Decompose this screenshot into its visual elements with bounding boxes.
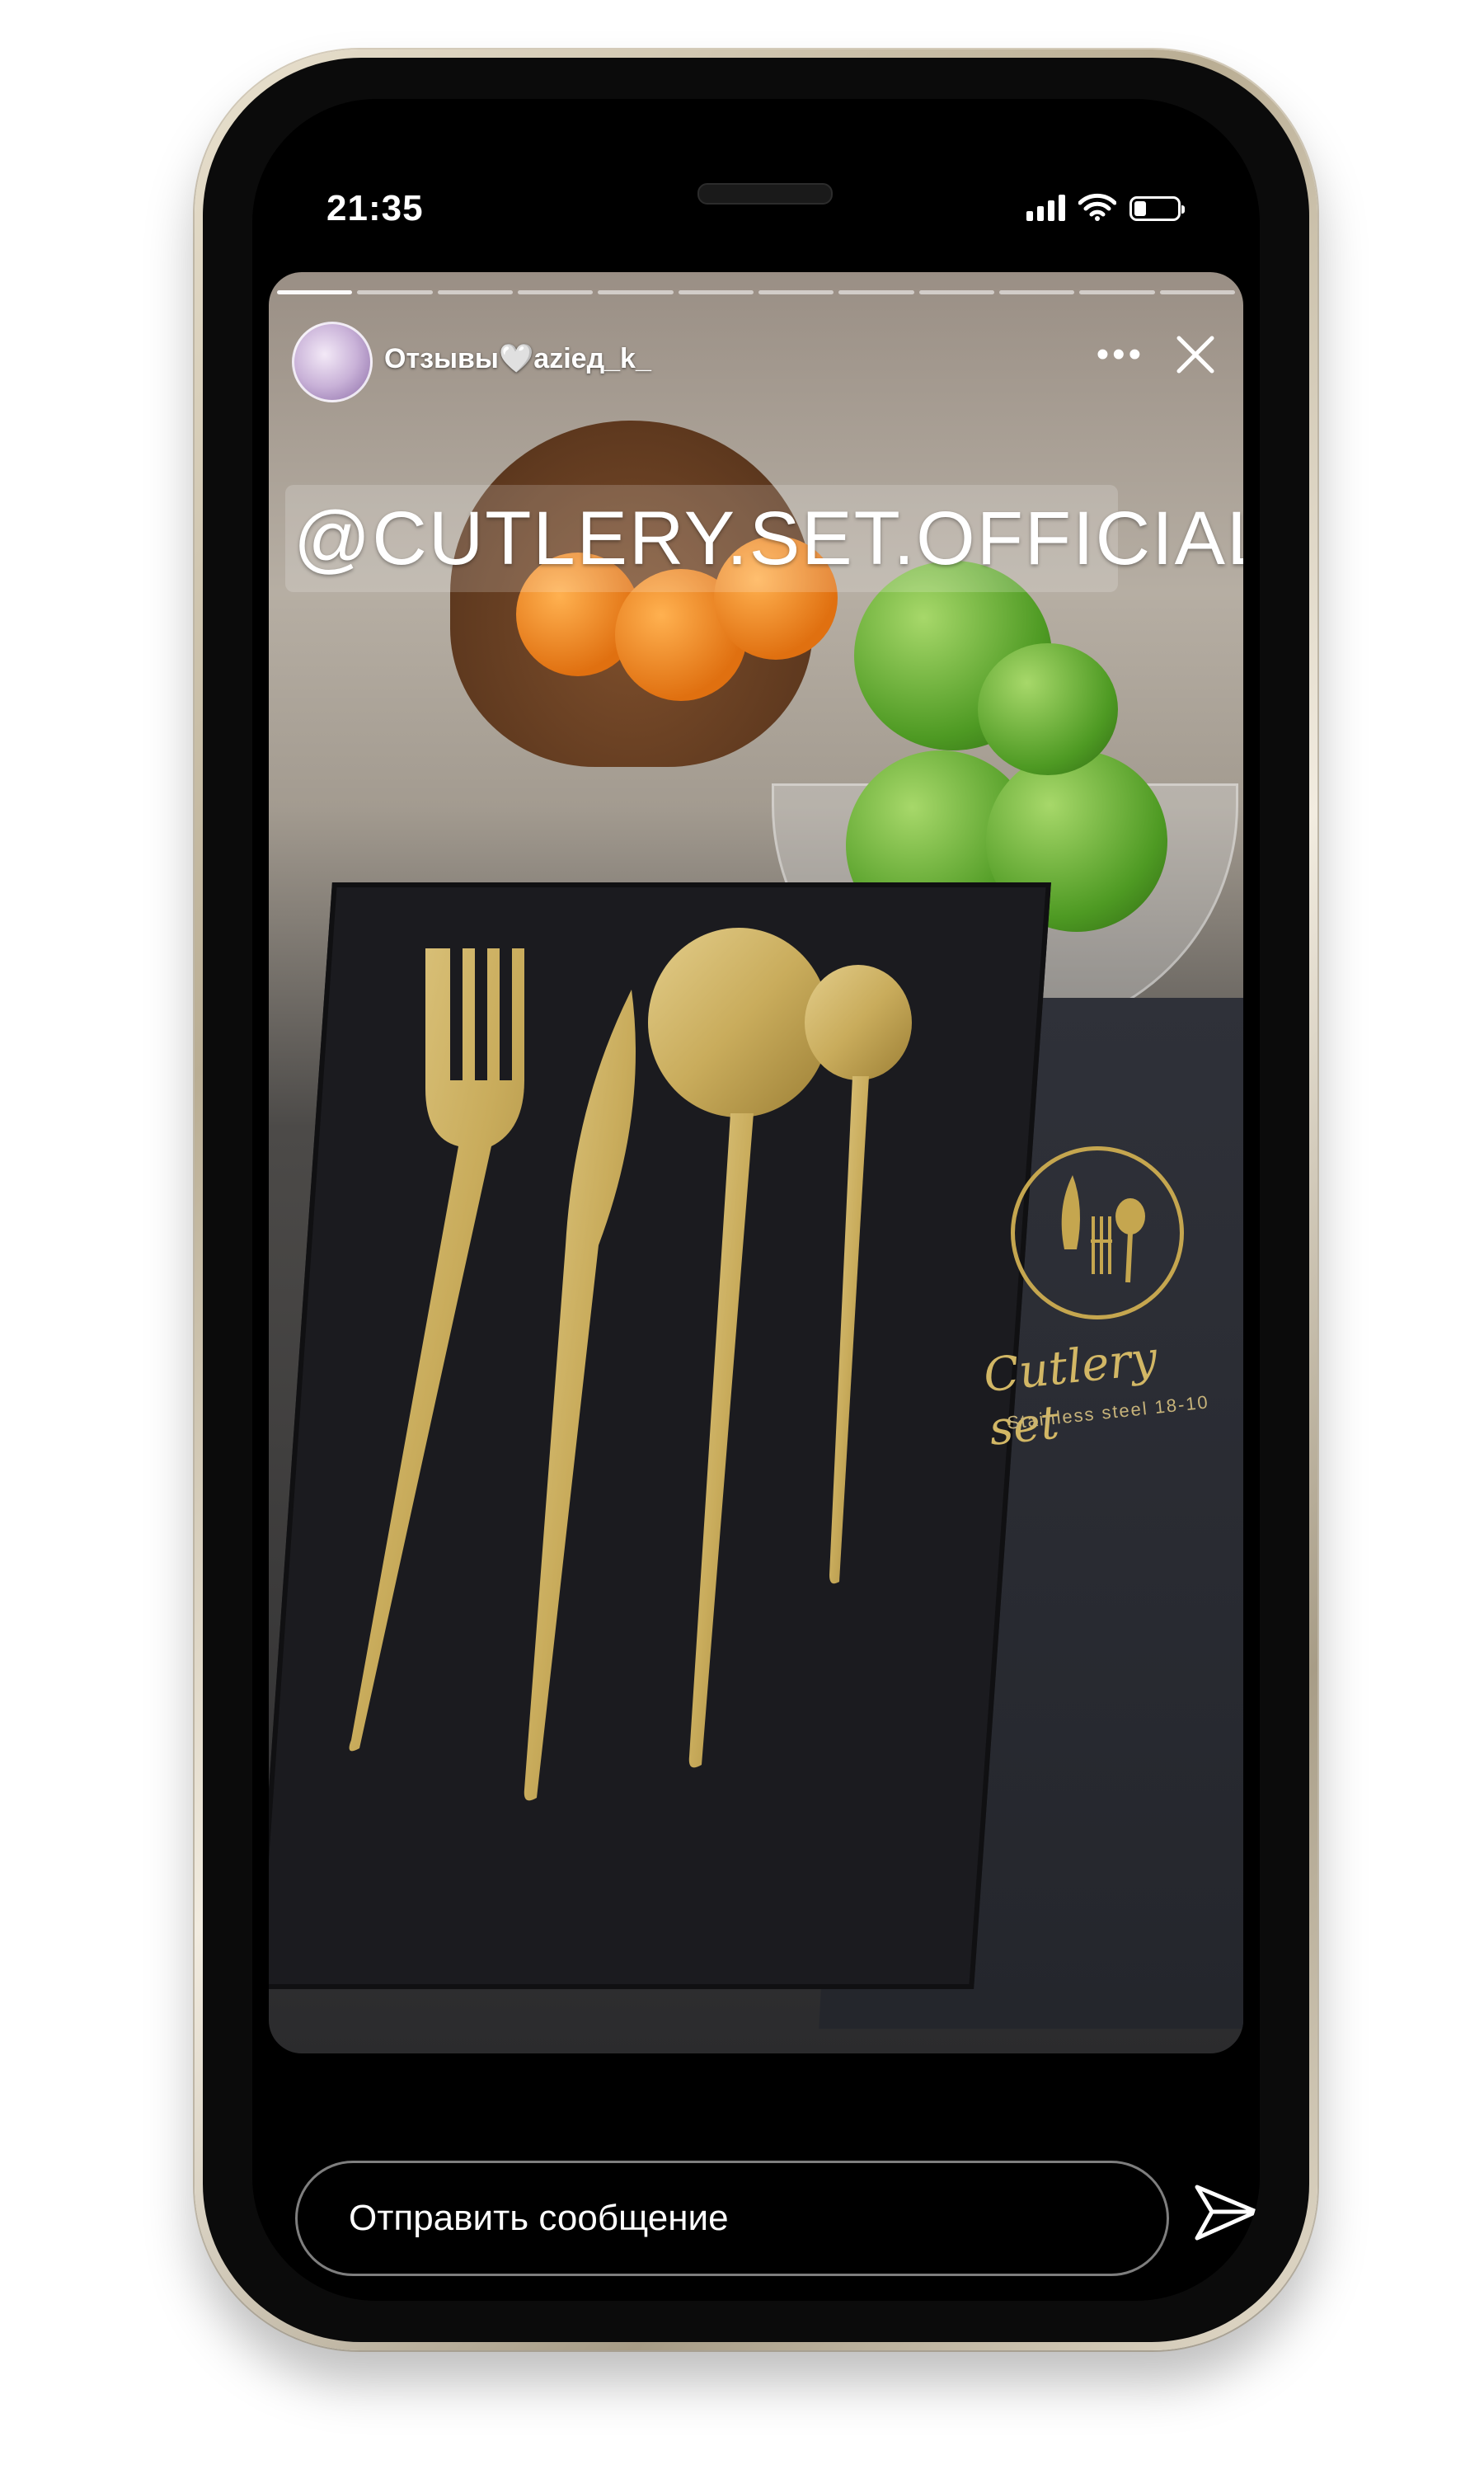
battery-icon — [1129, 196, 1185, 221]
story-username[interactable]: Отзывы🤍azieд_k_ — [384, 342, 651, 375]
fork — [349, 948, 524, 1752]
teaspoon — [805, 965, 912, 1584]
story-progress-bar — [277, 290, 1235, 294]
close-icon[interactable] — [1172, 332, 1219, 378]
signal-icon — [1026, 193, 1065, 221]
avatar[interactable] — [292, 322, 373, 402]
story-media[interactable]: Cutlery set Stainless steel 18-10 Отзывы… — [269, 272, 1243, 2053]
large-spoon — [648, 928, 829, 1768]
apple — [978, 643, 1118, 775]
cutlery-illustration — [349, 928, 912, 1801]
cutlery-logo-icon — [1061, 1175, 1145, 1283]
phone-frame: 21:35 Cutlery set Stainless steel 18-10 … — [195, 49, 1317, 2350]
status-time: 21:35 — [326, 188, 424, 228]
phone-body: 21:35 Cutlery set Stainless steel 18-10 … — [203, 58, 1309, 2342]
knife — [524, 990, 636, 1801]
send-message-input[interactable]: Отправить сообщение — [295, 2161, 1169, 2276]
send-icon[interactable] — [1190, 2177, 1260, 2248]
screen: 21:35 Cutlery set Stainless steel 18-10 … — [252, 99, 1260, 2301]
mention-sticker[interactable]: @CUTLERY.SET.OFFICIAL — [285, 485, 1243, 592]
speaker-grille — [697, 183, 833, 205]
wifi-icon — [1078, 193, 1116, 221]
product-logo-badge — [1011, 1146, 1184, 1319]
more-options-icon[interactable]: ••• — [1097, 336, 1144, 373]
status-icons — [1026, 193, 1185, 221]
